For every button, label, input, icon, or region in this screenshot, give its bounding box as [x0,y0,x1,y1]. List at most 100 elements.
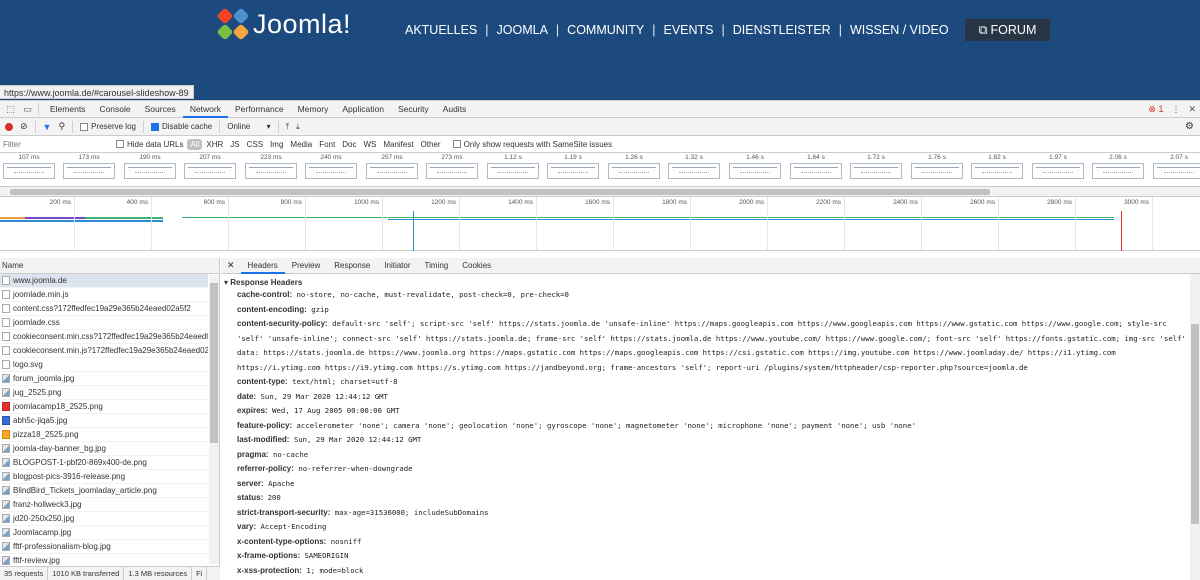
tab-sources[interactable]: Sources [138,101,183,118]
request-row[interactable]: Joomlacamp.jpg [0,526,208,540]
nav-item-4[interactable]: DIENSTLEISTER [727,23,837,37]
scrollbar-thumb[interactable] [210,283,218,443]
request-row[interactable]: logo.svg [0,358,208,372]
filmstrip-frame[interactable]: 107 ms [2,154,56,179]
filmstrip-frame[interactable]: 223 ms [244,154,298,179]
filter-type-manifest[interactable]: Manifest [380,139,416,150]
timeline-overview[interactable]: 200 ms 400 ms 600 ms 800 ms 1000 ms 1200 ms 14… [0,197,1200,251]
filter-type-font[interactable]: Font [316,139,338,150]
tab-elements[interactable]: Elements [43,101,92,118]
filmstrip-frame[interactable]: 1.12 s [486,154,540,179]
preserve-log-checkbox[interactable]: Preserve log [80,122,136,131]
close-icon[interactable]: ✕ [1188,104,1196,115]
name-column-header[interactable]: Name [0,258,219,274]
filmstrip-frame[interactable]: 1.97 s [1031,154,1085,179]
request-list-scrollbar[interactable] [209,275,219,564]
filmstrip-frame[interactable]: 2.06 s [1091,154,1145,179]
filter-type-img[interactable]: Img [267,139,286,150]
joomla-logo[interactable]: Joomla! [216,7,351,40]
tab-network[interactable]: Network [182,101,228,118]
filmstrip-scrollbar[interactable] [0,187,1200,197]
detail-tab-initiator[interactable]: Initiator [377,258,417,274]
tab-memory[interactable]: Memory [291,101,336,118]
filmstrip-frame[interactable]: 240 ms [304,154,358,179]
nav-item-3[interactable]: EVENTS [658,23,720,37]
request-row[interactable]: jug_2525.png [0,386,208,400]
filmstrip-frame[interactable]: 2.07 s [1152,154,1200,179]
filter-type-ws[interactable]: WS [360,139,379,150]
disable-cache-checkbox[interactable]: Disable cache [150,122,212,131]
import-har-icon[interactable]: ⤒ [286,122,290,132]
nav-item-0[interactable]: AKTUELLES [399,23,483,37]
search-icon[interactable]: ⚲ [58,121,65,132]
request-row[interactable]: joomlade.css [0,316,208,330]
detail-tab-timing[interactable]: Timing [418,258,456,274]
request-row[interactable]: franz-hollweck3.jpg [0,498,208,512]
scrollbar-thumb[interactable] [1191,324,1199,524]
nav-item-5[interactable]: WISSEN / VIDEO [844,23,955,37]
tab-performance[interactable]: Performance [228,101,291,118]
filter-type-xhr[interactable]: XHR [203,139,226,150]
filmstrip-frame[interactable]: 1.72 s [849,154,903,179]
request-row[interactable]: jd20-250x250.jpg [0,512,208,526]
filmstrip-frame[interactable]: 1.32 s [667,154,721,179]
request-row[interactable]: pizza18_2525.png [0,428,208,442]
request-row[interactable]: BLOGPOST-1-pbf20-869x400-de.png [0,456,208,470]
more-options-icon[interactable]: ⋮ [1171,104,1180,115]
request-row[interactable]: content.css?172ffedfec19a29e365b24eaed02… [0,302,208,316]
device-toolbar-icon[interactable]: ▭ [21,103,34,116]
nav-item-2[interactable]: COMMUNITY [561,23,650,37]
filmstrip-frame[interactable]: 1.82 s [970,154,1024,179]
request-row[interactable]: fftf-professionalism-blog.jpg [0,540,208,554]
request-row[interactable]: forum_joomla.jpg [0,372,208,386]
close-details-icon[interactable]: ✕ [221,260,241,271]
nav-item-1[interactable]: JOOMLA [491,23,554,37]
response-headers-title[interactable]: ▾ Response Headers [221,274,1200,288]
request-row[interactable]: abh5c-jiqa5.jpg [0,414,208,428]
detail-tab-headers[interactable]: Headers [240,258,285,274]
tab-audits[interactable]: Audits [436,101,474,118]
filmstrip-frame[interactable]: 1.64 s [789,154,843,179]
throttle-select[interactable]: Online ▾ [227,122,270,131]
request-row[interactable]: BlindBird_Tickets_joomladay_article.png [0,484,208,498]
request-row[interactable]: www.joomla.de [0,274,208,288]
filmstrip-frame[interactable]: 273 ms [425,154,479,179]
tab-application[interactable]: Application [335,101,391,118]
tab-console[interactable]: Console [92,101,137,118]
filter-type-other[interactable]: Other [418,139,444,150]
filmstrip-frame[interactable]: 190 ms [123,154,177,179]
filmstrip-frame[interactable]: 1.19 s [546,154,600,179]
request-row[interactable]: cookieconsent.min.js?172ffedfec19a29e365… [0,344,208,358]
tab-security[interactable]: Security [391,101,436,118]
inspect-icon[interactable]: ⬚ [4,103,17,116]
forum-button[interactable]: ⧉ FORUM [964,19,1051,41]
clear-icon[interactable]: ⊘ [20,121,28,132]
record-icon[interactable] [5,122,13,131]
request-row[interactable]: blogpost-pics-3916-release.png [0,470,208,484]
filmstrip-frame[interactable]: 1.46 s [728,154,782,179]
filter-type-css[interactable]: CSS [244,139,266,150]
export-har-icon[interactable]: ⤓ [296,122,300,132]
scrollbar-thumb[interactable] [10,189,990,195]
detail-tab-cookies[interactable]: Cookies [455,258,498,274]
gear-icon[interactable]: ⚙ [1185,121,1194,132]
filter-type-media[interactable]: Media [287,139,315,150]
details-scrollbar[interactable] [1190,274,1200,580]
filmstrip-frame[interactable]: 257 ms [365,154,419,179]
error-counter[interactable]: ⊗ 1 [1148,104,1163,115]
samesite-checkbox[interactable]: Only show requests with SameSite issues [452,140,612,149]
detail-tab-preview[interactable]: Preview [285,258,327,274]
detail-tab-response[interactable]: Response [327,258,377,274]
filter-type-doc[interactable]: Doc [339,139,359,150]
request-row[interactable]: cookieconsent.min.css?172ffedfec19a29e36… [0,330,208,344]
filmstrip-frame[interactable]: 207 ms [183,154,237,179]
filmstrip-frame[interactable]: 173 ms [62,154,116,179]
filter-input[interactable] [0,137,110,151]
filter-type-all[interactable]: All [187,138,203,150]
request-row[interactable]: joomlacamp18_2525.png [0,400,208,414]
filmstrip-frame[interactable]: 1.76 s [910,154,964,179]
request-row[interactable]: joomlade.min.js [0,288,208,302]
request-row[interactable]: joomla-day-banner_bg.jpg [0,442,208,456]
filmstrip-frame[interactable]: 1.26 s [607,154,661,179]
filter-type-js[interactable]: JS [227,139,242,150]
